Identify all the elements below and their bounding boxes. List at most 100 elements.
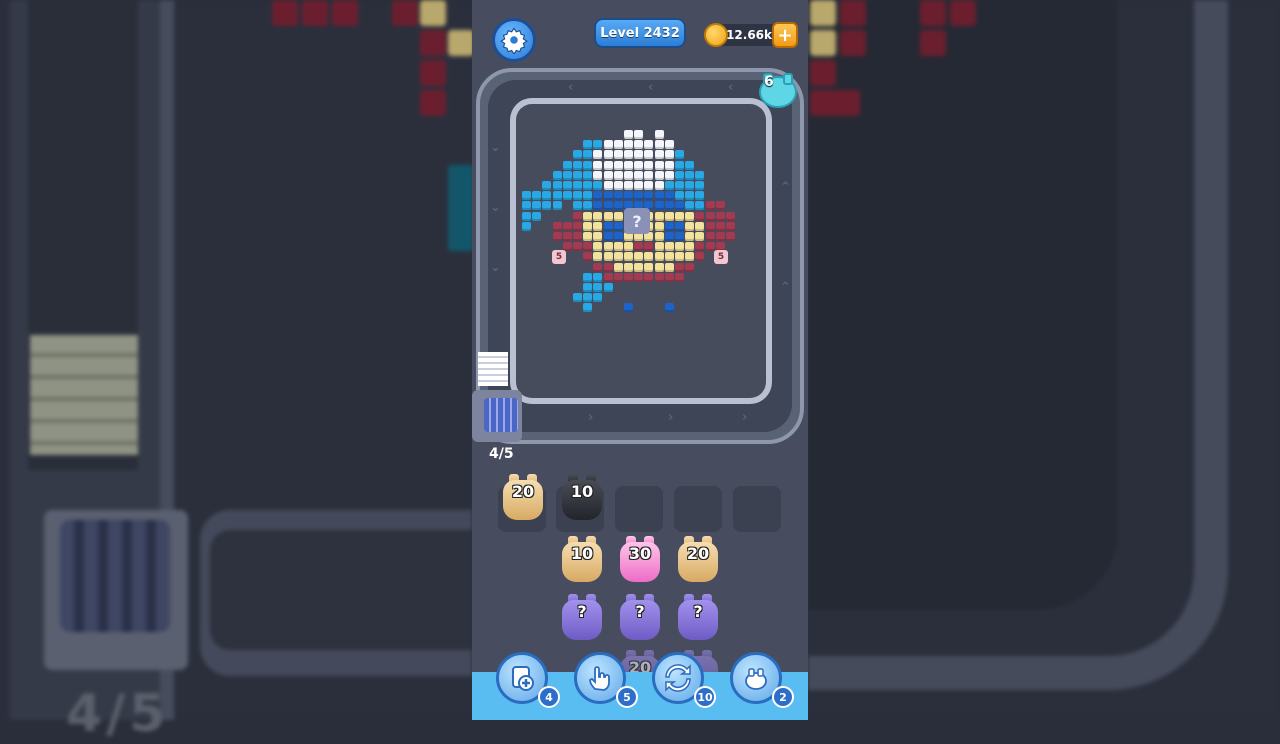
pixel-block (624, 262, 633, 272)
pixel-block (613, 160, 623, 170)
capacity-count: 6 (764, 74, 774, 90)
pixel-block (613, 221, 623, 231)
pixel-block (624, 140, 633, 150)
conveyor-arrow: ⌃ (780, 180, 791, 195)
pixel-block (593, 191, 603, 201)
pig-in-slot[interactable]: 10 (560, 472, 604, 522)
pixel-block (675, 211, 684, 221)
pixel-block (613, 242, 623, 252)
slot-empty (615, 486, 663, 532)
pixel-block (603, 283, 613, 292)
top-bar: Level 2432 12.66k + (472, 0, 808, 70)
pixel-block (675, 170, 684, 180)
level-indicator: Level 2432 (594, 18, 686, 48)
pixel-block (583, 140, 593, 150)
pixel-block (603, 232, 613, 241)
pixel-block (634, 160, 644, 170)
pixel-block (685, 232, 695, 241)
pixel-block (583, 170, 593, 180)
slot-counter: 4/5 (489, 446, 514, 462)
pixel-block (613, 252, 623, 262)
pig-ammo: 20 (686, 544, 710, 563)
pixel-block (664, 211, 674, 221)
pixel-block (603, 181, 613, 190)
pixel-block (552, 232, 562, 241)
pixel-block (552, 170, 562, 180)
pixel-block (562, 181, 572, 190)
pixel-block (603, 201, 613, 211)
pixel-block (695, 181, 705, 190)
conveyor-arrow: ⌄ (490, 260, 501, 275)
queue-pig-mystery: ? (560, 592, 604, 642)
pixel-block (552, 191, 562, 201)
shuffle-icon (665, 664, 691, 692)
queue-pig[interactable]: 20 (676, 534, 720, 584)
pixel-block (624, 181, 633, 190)
powerup-count: 4 (538, 686, 560, 708)
pixel-block (583, 293, 593, 303)
pixel-block (613, 170, 623, 180)
pixel-block (593, 252, 603, 262)
pixel-block (573, 232, 582, 241)
mystery-block: ? (624, 208, 650, 234)
pixel-block (583, 150, 593, 160)
pixel-block (624, 272, 633, 282)
pixel-block (654, 201, 664, 211)
pixel-block (654, 262, 664, 272)
bg-block (420, 0, 446, 26)
pixel-block (583, 211, 593, 221)
gear-icon (500, 27, 528, 54)
pig-in-slot[interactable]: 20 (501, 472, 545, 522)
pixel-block (634, 150, 644, 160)
pixel-block (573, 191, 582, 201)
pixel-block (715, 221, 725, 231)
pixel-block (644, 262, 654, 272)
pixel-block (593, 150, 603, 160)
pixel-block (654, 140, 664, 150)
pixel-block (562, 232, 572, 241)
ear-count-badge: 5 (552, 250, 566, 264)
pixel-block (593, 140, 603, 150)
pixel-block (593, 272, 603, 282)
pixel-block (624, 191, 633, 201)
powerup-count: 2 (772, 686, 794, 708)
pixel-block (542, 201, 552, 211)
pixel-block (685, 262, 695, 272)
settings-button[interactable] (492, 18, 536, 62)
pig-ammo: 20 (511, 482, 535, 501)
pixel-block (664, 242, 674, 252)
pig-ammo: 10 (570, 544, 594, 563)
pixel-block (583, 242, 593, 252)
pixel-block (603, 211, 613, 221)
pixel-block (675, 232, 684, 241)
pixel-block (664, 191, 674, 201)
pixel-block (634, 262, 644, 272)
pixel-block (613, 140, 623, 150)
pixel-block (675, 150, 684, 160)
queue-pig[interactable]: 10 (560, 534, 604, 584)
conveyor-arrow: › (588, 410, 594, 425)
pixel-block (705, 201, 715, 211)
pixel-block (603, 262, 613, 272)
pixel-block (634, 170, 644, 180)
conveyor-arrow: › (742, 410, 748, 425)
pixel-block (705, 232, 715, 241)
pixel-block (654, 150, 664, 160)
pixel-block (593, 293, 603, 303)
pig-swap-icon (745, 668, 767, 690)
hand-tap-icon (589, 666, 610, 691)
pixel-block (624, 170, 633, 180)
pixel-block (593, 160, 603, 170)
pixel-block (573, 201, 582, 211)
ear-count-badge: 5 (714, 250, 728, 264)
pixel-block (664, 170, 674, 180)
pixel-block (593, 221, 603, 231)
queue-pig[interactable]: 30 (618, 534, 662, 584)
pixel-block (695, 191, 705, 201)
pixel-block (634, 191, 644, 201)
pixel-block (675, 201, 684, 211)
pixel-block (603, 252, 613, 262)
bg-stripes (30, 335, 138, 455)
pixel-block (675, 252, 684, 262)
buy-coins-button[interactable]: + (772, 22, 798, 48)
